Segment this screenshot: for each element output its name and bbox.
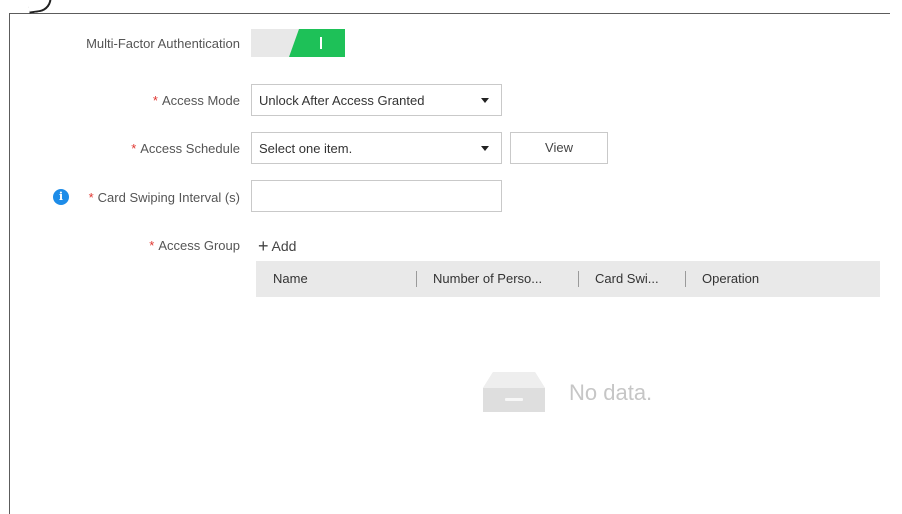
column-header-operation[interactable]: Operation: [702, 271, 759, 286]
corner-decoration: [26, 0, 54, 14]
info-icon[interactable]: i: [53, 189, 69, 205]
access-mode-select[interactable]: Unlock After Access Granted: [251, 84, 502, 116]
required-mark: *: [149, 238, 155, 253]
required-mark: *: [131, 141, 137, 156]
access-mode-label: * Access Mode: [40, 93, 240, 108]
column-header-card-swiping[interactable]: Card Swi...: [595, 271, 659, 286]
chevron-down-icon: [481, 98, 489, 103]
card-interval-label-text: Card Swiping Interval (s): [97, 190, 240, 205]
toggle-on-indicator: [289, 29, 345, 57]
column-header-number-of-persons[interactable]: Number of Perso...: [433, 271, 542, 286]
card-interval-input[interactable]: [251, 180, 502, 212]
access-schedule-placeholder: Select one item.: [259, 141, 353, 156]
mfa-toggle[interactable]: [251, 29, 345, 57]
access-mode-value: Unlock After Access Granted: [259, 93, 425, 108]
empty-inbox-icon: [483, 372, 545, 412]
toggle-on-icon: [320, 37, 322, 49]
access-mode-label-text: Access Mode: [161, 93, 240, 108]
access-schedule-label-text: Access Schedule: [140, 141, 240, 156]
access-group-label: * Access Group: [40, 238, 240, 253]
required-mark: *: [88, 190, 94, 205]
access-group-table-header: Name Number of Perso... Card Swi... Oper…: [256, 261, 880, 297]
column-divider: [685, 271, 686, 287]
view-schedule-button[interactable]: View: [510, 132, 608, 164]
add-access-group-button[interactable]: + Add: [258, 236, 296, 257]
column-divider: [578, 271, 579, 287]
plus-icon: +: [258, 236, 269, 256]
card-interval-label: * Card Swiping Interval (s): [75, 190, 240, 205]
empty-state-text: No data.: [569, 380, 653, 405]
access-schedule-label: * Access Schedule: [40, 141, 240, 156]
column-header-name[interactable]: Name: [273, 271, 308, 286]
column-divider: [416, 271, 417, 287]
chevron-down-icon: [481, 146, 489, 151]
mfa-label: Multi-Factor Authentication: [86, 36, 240, 51]
access-schedule-select[interactable]: Select one item.: [251, 132, 502, 164]
add-label: Add: [271, 238, 297, 254]
access-group-label-text: Access Group: [158, 238, 240, 253]
required-mark: *: [152, 93, 158, 108]
